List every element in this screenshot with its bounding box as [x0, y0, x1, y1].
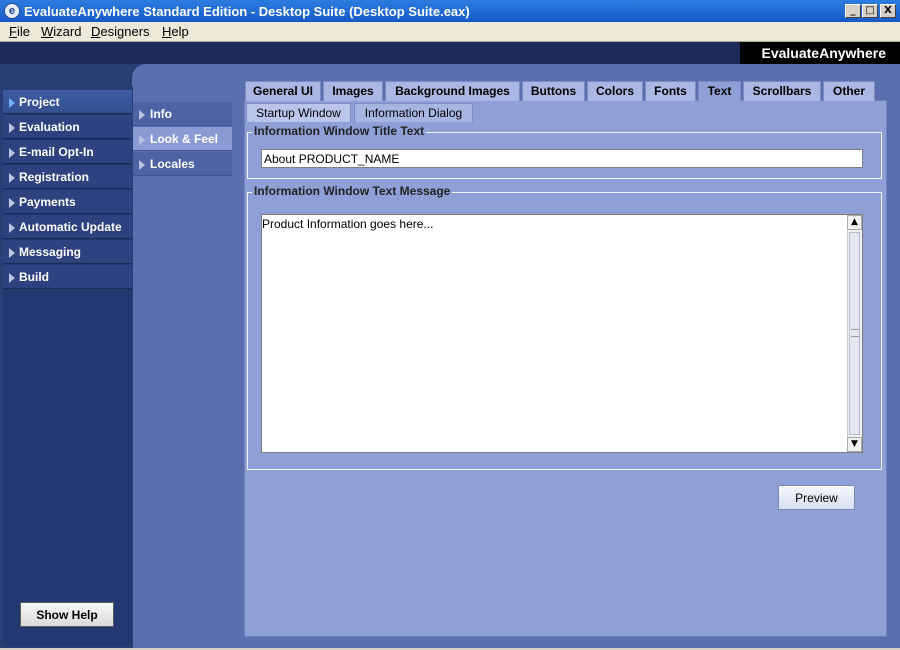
nav-item-project[interactable]: Project: [3, 90, 132, 114]
subtab-startup-window[interactable]: Startup Window: [246, 103, 351, 122]
show-help-button[interactable]: Show Help: [20, 602, 114, 627]
arrow-right-icon: [139, 160, 145, 170]
nav-label: Evaluation: [19, 120, 80, 134]
window-title: EvaluateAnywhere Standard Edition - Desk…: [24, 4, 470, 19]
message-text-group-label: Information Window Text Message: [252, 184, 453, 198]
arrow-right-icon: [9, 98, 15, 108]
arrow-right-icon: [9, 273, 15, 283]
subnav-label: Info: [150, 107, 172, 121]
message-textarea[interactable]: [261, 214, 863, 453]
tab-scrollbars[interactable]: Scrollbars: [743, 81, 821, 101]
scroll-up-icon[interactable]: ▲: [847, 215, 862, 230]
menu-wizard[interactable]: Wizard: [39, 24, 83, 39]
nav-label: Build: [19, 270, 49, 284]
message-text: Product Information goes here...: [262, 217, 434, 231]
menu-help[interactable]: Help: [160, 24, 191, 39]
brand-label: EvaluateAnywhere: [740, 42, 900, 64]
nav-label: E-mail Opt-In: [19, 145, 94, 159]
subnav-item-info[interactable]: Info: [133, 102, 232, 126]
app-icon: e: [4, 3, 20, 19]
tab-images[interactable]: Images: [323, 81, 383, 101]
nav-item-payments[interactable]: Payments: [3, 190, 132, 214]
nav-item-build[interactable]: Build: [3, 265, 132, 289]
minimize-button[interactable]: _: [845, 4, 861, 18]
title-text-input[interactable]: About PRODUCT_NAME: [261, 149, 863, 168]
nav-label: Messaging: [19, 245, 82, 259]
arrow-right-icon: [9, 148, 15, 158]
subnav-item-look-and-feel[interactable]: Look & Feel: [133, 127, 232, 151]
nav-item-registration[interactable]: Registration: [3, 165, 132, 189]
grip-icon: [851, 329, 859, 337]
arrow-right-icon: [9, 223, 15, 233]
preview-button[interactable]: Preview: [778, 485, 855, 510]
tab-other[interactable]: Other: [823, 81, 875, 101]
close-button[interactable]: X: [880, 4, 896, 18]
nav-item-email-opt-in[interactable]: E-mail Opt-In: [3, 140, 132, 164]
nav-item-automatic-update[interactable]: Automatic Update: [3, 215, 132, 239]
tab-buttons[interactable]: Buttons: [522, 81, 585, 101]
arrow-right-icon: [139, 135, 145, 145]
arrow-right-icon: [139, 110, 145, 120]
tab-text[interactable]: Text: [698, 81, 741, 102]
nav-item-evaluation[interactable]: Evaluation: [3, 115, 132, 139]
arrow-right-icon: [9, 248, 15, 258]
nav-label: Payments: [19, 195, 76, 209]
menu-designers[interactable]: Designers: [89, 24, 152, 39]
subtab-information-dialog[interactable]: Information Dialog: [354, 103, 473, 122]
nav-label: Registration: [19, 170, 90, 184]
nav-label: Project: [19, 95, 60, 109]
subnav-label: Locales: [150, 157, 195, 171]
tab-fonts[interactable]: Fonts: [645, 81, 696, 101]
menu-bar: File Wizard Designers Help: [0, 22, 900, 42]
tab-background-images[interactable]: Background Images: [385, 81, 520, 101]
nav-item-messaging[interactable]: Messaging: [3, 240, 132, 264]
tab-colors[interactable]: Colors: [587, 81, 643, 101]
arrow-right-icon: [9, 173, 15, 183]
nav-label: Automatic Update: [19, 220, 122, 234]
scroll-down-icon[interactable]: ▼: [847, 437, 862, 452]
tab-general-ui[interactable]: General UI: [245, 81, 321, 101]
subnav-label: Look & Feel: [150, 132, 219, 146]
arrow-right-icon: [9, 198, 15, 208]
arrow-right-icon: [9, 123, 15, 133]
maximize-button[interactable]: □: [862, 4, 878, 18]
window-title-bar[interactable]: e EvaluateAnywhere Standard Edition - De…: [0, 0, 900, 22]
title-text-group-label: Information Window Title Text: [252, 124, 427, 138]
menu-file[interactable]: File: [7, 24, 32, 39]
subnav-item-locales[interactable]: Locales: [133, 152, 232, 176]
